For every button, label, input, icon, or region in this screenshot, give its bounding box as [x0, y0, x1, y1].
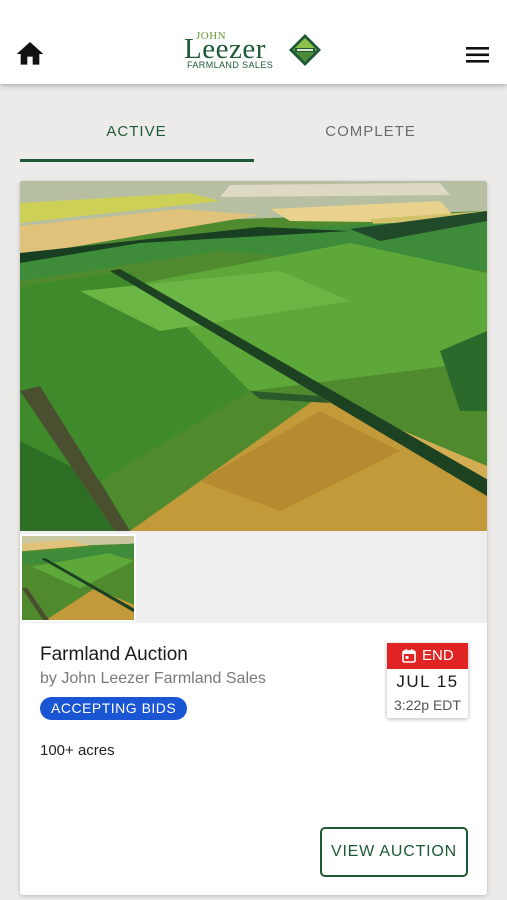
view-auction-button[interactable]: VIEW AUCTION — [320, 827, 468, 877]
listing-title: Farmland Auction — [40, 644, 188, 665]
status-badge: ACCEPTING BIDS — [40, 697, 188, 720]
end-date-box: END JUL 15 3:22p EDT — [387, 643, 468, 718]
end-date: JUL 15 — [396, 672, 459, 691]
end-header: END — [387, 643, 468, 669]
listing-acreage: 100+ acres — [40, 742, 115, 759]
farmland-hero-image[interactable] — [20, 181, 487, 531]
listing-seller: by John Leezer Farmland Sales — [40, 670, 266, 687]
tab-selected-indicator — [20, 159, 254, 162]
logo-diamond-icon — [289, 34, 321, 66]
end-time: 3:22p EDT — [394, 697, 461, 713]
calendar-icon — [402, 649, 416, 663]
end-label: END — [422, 647, 454, 664]
app-header: JOHN Leezer FARMLAND SALES — [0, 0, 507, 84]
tab-complete[interactable]: COMPLETE — [254, 108, 487, 162]
auction-card: Farmland Auction by John Leezer Farmland… — [20, 181, 487, 895]
logo-sub-text: FARMLAND SALES — [187, 60, 274, 70]
home-icon — [16, 42, 44, 65]
hamburger-menu-icon — [466, 47, 489, 63]
auction-tabs: ACTIVE COMPLETE — [20, 108, 487, 162]
thumbnail-strip — [20, 531, 487, 623]
home-button[interactable] — [14, 38, 46, 70]
menu-button[interactable] — [462, 42, 494, 68]
tab-active[interactable]: ACTIVE — [20, 108, 253, 162]
thumbnail-image[interactable] — [20, 534, 136, 622]
brand-logo[interactable]: JOHN Leezer FARMLAND SALES — [184, 30, 324, 72]
